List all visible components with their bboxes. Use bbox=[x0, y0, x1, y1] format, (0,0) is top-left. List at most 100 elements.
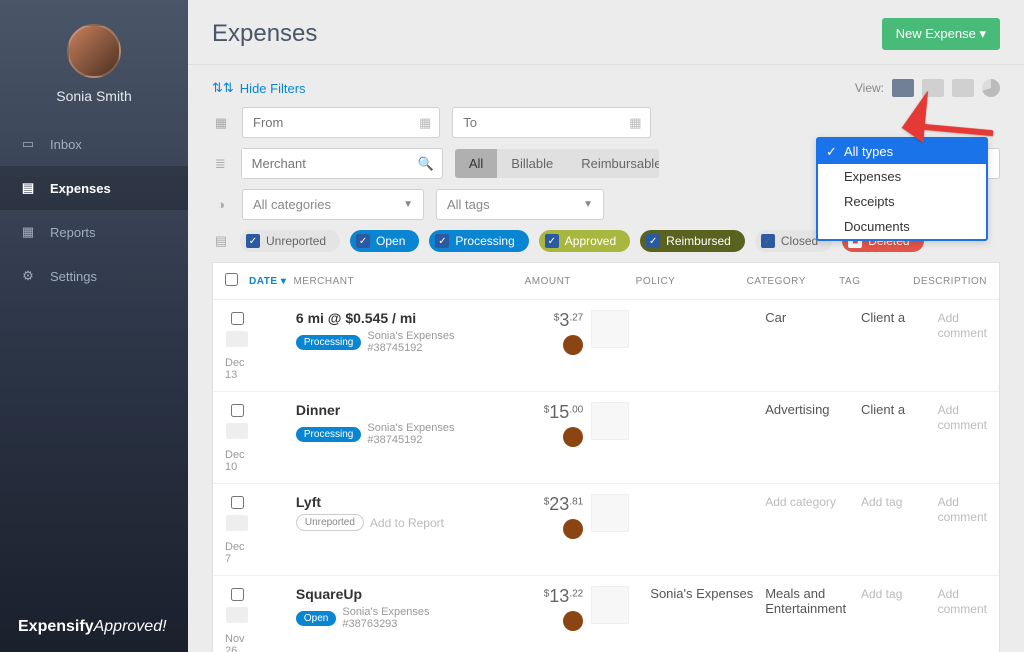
new-expense-button[interactable]: New Expense ▾ bbox=[882, 18, 1000, 50]
add-comment-link[interactable]: Add comment bbox=[938, 587, 987, 616]
receipt-thumbnail[interactable] bbox=[591, 402, 629, 440]
chevron-down-icon: ▼ bbox=[403, 199, 413, 210]
nav-reports[interactable]: ▦ Reports bbox=[0, 210, 188, 254]
col-policy: Policy bbox=[636, 276, 747, 287]
nav-label: Inbox bbox=[50, 137, 82, 152]
user-avatar-icon bbox=[563, 335, 583, 355]
hide-filters-label: Hide Filters bbox=[240, 81, 306, 96]
row-checkbox[interactable] bbox=[231, 312, 244, 325]
table-row[interactable]: Dec 10 Dinner ProcessingSonia's Expenses… bbox=[213, 392, 999, 484]
add-tag-link[interactable]: Add tag bbox=[861, 587, 902, 601]
receipt-thumbnail[interactable] bbox=[591, 586, 629, 624]
types-option-receipts[interactable]: Receipts bbox=[818, 189, 986, 214]
page-title: Expenses bbox=[212, 20, 317, 48]
row-date: Dec 13 bbox=[225, 357, 250, 381]
filters-panel: ⇅⇅ Hide Filters View: ▦ ▦ bbox=[188, 64, 1024, 652]
user-avatar-icon bbox=[563, 611, 583, 631]
hide-filters-toggle[interactable]: ⇅⇅ Hide Filters bbox=[212, 80, 306, 96]
sort-down-icon: ▾ bbox=[281, 276, 287, 287]
col-category: Category bbox=[747, 276, 840, 287]
amount: $23.81 bbox=[487, 494, 583, 542]
status-badge: Open bbox=[296, 611, 336, 626]
categories-select[interactable]: All categories ▼ bbox=[242, 189, 424, 220]
sliders-icon: ⇅⇅ bbox=[212, 80, 234, 96]
add-tag-link[interactable]: Add tag bbox=[861, 495, 902, 509]
expenses-table: Date ▾ Merchant Amount Policy Category T… bbox=[212, 262, 1000, 652]
add-category-link[interactable]: Add category bbox=[765, 495, 836, 509]
col-tag: Tag bbox=[839, 276, 913, 287]
col-amount: Amount bbox=[478, 276, 571, 287]
to-date-group: ▦ bbox=[452, 107, 650, 138]
from-date-input[interactable] bbox=[243, 108, 411, 137]
row-date: Dec 7 bbox=[225, 541, 250, 565]
search-icon[interactable]: 🔍 bbox=[410, 156, 442, 172]
add-comment-link[interactable]: Add comment bbox=[938, 311, 987, 340]
calendar-picker-icon[interactable]: ▦ bbox=[621, 115, 649, 131]
status-filter-icon: ▤ bbox=[212, 233, 230, 249]
nav-label: Expenses bbox=[50, 181, 111, 196]
status-badge: Processing bbox=[296, 335, 361, 350]
add-comment-link[interactable]: Add comment bbox=[938, 495, 987, 524]
chip-unreported[interactable]: ✓Unreported bbox=[240, 230, 340, 252]
tags-value: All tags bbox=[447, 197, 490, 212]
table-row[interactable]: Nov 26 SquareUp OpenSonia's Expenses #38… bbox=[213, 576, 999, 652]
brand-suffix: Approved! bbox=[94, 618, 167, 635]
table-header: Date ▾ Merchant Amount Policy Category T… bbox=[213, 263, 999, 300]
seg-all[interactable]: All bbox=[455, 149, 497, 178]
calendar-picker-icon[interactable]: ▦ bbox=[411, 115, 439, 131]
view-grid-icon[interactable] bbox=[952, 79, 974, 97]
view-label: View: bbox=[855, 81, 884, 95]
tag-cell: Add tag bbox=[861, 586, 938, 601]
categories-value: All categories bbox=[253, 197, 331, 212]
add-to-report-link[interactable]: Add to Report bbox=[370, 516, 444, 530]
table-row[interactable]: Dec 7 Lyft Unreported Add to Report $23.8… bbox=[213, 484, 999, 576]
select-all-checkbox[interactable] bbox=[225, 273, 238, 286]
expense-type-icon bbox=[226, 607, 248, 623]
chip-open[interactable]: ✓Open bbox=[350, 230, 419, 252]
tag-cell: Add tag bbox=[861, 494, 938, 509]
billable-segment: All Billable Reimbursable bbox=[455, 149, 659, 178]
inbox-icon: ▭ bbox=[20, 136, 36, 152]
chip-approved[interactable]: ✓Approved bbox=[539, 230, 630, 252]
tag-filter-icon: ◑ bbox=[212, 197, 230, 212]
chip-processing[interactable]: ✓Processing bbox=[429, 230, 528, 252]
chip-reimbursed[interactable]: ✓Reimbursed bbox=[640, 230, 745, 252]
merchant-name: Lyft bbox=[296, 494, 488, 510]
from-date-group: ▦ bbox=[242, 107, 440, 138]
page-header: Expenses New Expense ▾ bbox=[188, 0, 1024, 64]
brand: ExpensifyApproved! bbox=[0, 602, 188, 652]
expense-type-icon bbox=[226, 423, 248, 439]
row-checkbox[interactable] bbox=[231, 588, 244, 601]
tags-select[interactable]: All tags ▼ bbox=[436, 189, 604, 220]
seg-reimbursable[interactable]: Reimbursable bbox=[567, 149, 659, 178]
types-option-documents[interactable]: Documents bbox=[818, 214, 986, 239]
receipt-thumbnail[interactable] bbox=[591, 494, 629, 532]
avatar[interactable] bbox=[67, 24, 121, 78]
add-comment-link[interactable]: Add comment bbox=[938, 403, 987, 432]
receipt-thumbnail[interactable] bbox=[591, 310, 629, 348]
merchant-group: 🔍 bbox=[241, 148, 443, 179]
username: Sonia Smith bbox=[0, 88, 188, 104]
to-date-input[interactable] bbox=[453, 108, 621, 137]
category-cell: Add category bbox=[765, 494, 861, 509]
user-avatar-icon bbox=[563, 519, 583, 539]
merchant-name: SquareUp bbox=[296, 586, 488, 602]
nav-inbox[interactable]: ▭ Inbox bbox=[0, 122, 188, 166]
document-icon: ▦ bbox=[20, 224, 36, 240]
merchant-name: Dinner bbox=[296, 402, 488, 418]
row-checkbox[interactable] bbox=[231, 404, 244, 417]
expense-type-icon bbox=[226, 515, 248, 531]
merchant-input[interactable] bbox=[242, 149, 410, 178]
amount: $15.00 bbox=[487, 402, 583, 450]
row-checkbox[interactable] bbox=[231, 496, 244, 509]
view-pie-icon[interactable] bbox=[982, 79, 1000, 97]
category-cell: Car bbox=[765, 310, 861, 325]
col-date[interactable]: Date ▾ bbox=[249, 276, 293, 287]
expense-type-icon bbox=[226, 331, 248, 347]
nav-expenses[interactable]: ▤ Expenses bbox=[0, 166, 188, 210]
nav-settings[interactable]: ⚙ Settings bbox=[0, 254, 188, 298]
seg-billable[interactable]: Billable bbox=[497, 149, 567, 178]
table-row[interactable]: Dec 13 6 mi @ $0.545 / mi ProcessingSoni… bbox=[213, 300, 999, 392]
view-list-icon[interactable] bbox=[892, 79, 914, 97]
status-badge: Unreported bbox=[296, 514, 364, 531]
